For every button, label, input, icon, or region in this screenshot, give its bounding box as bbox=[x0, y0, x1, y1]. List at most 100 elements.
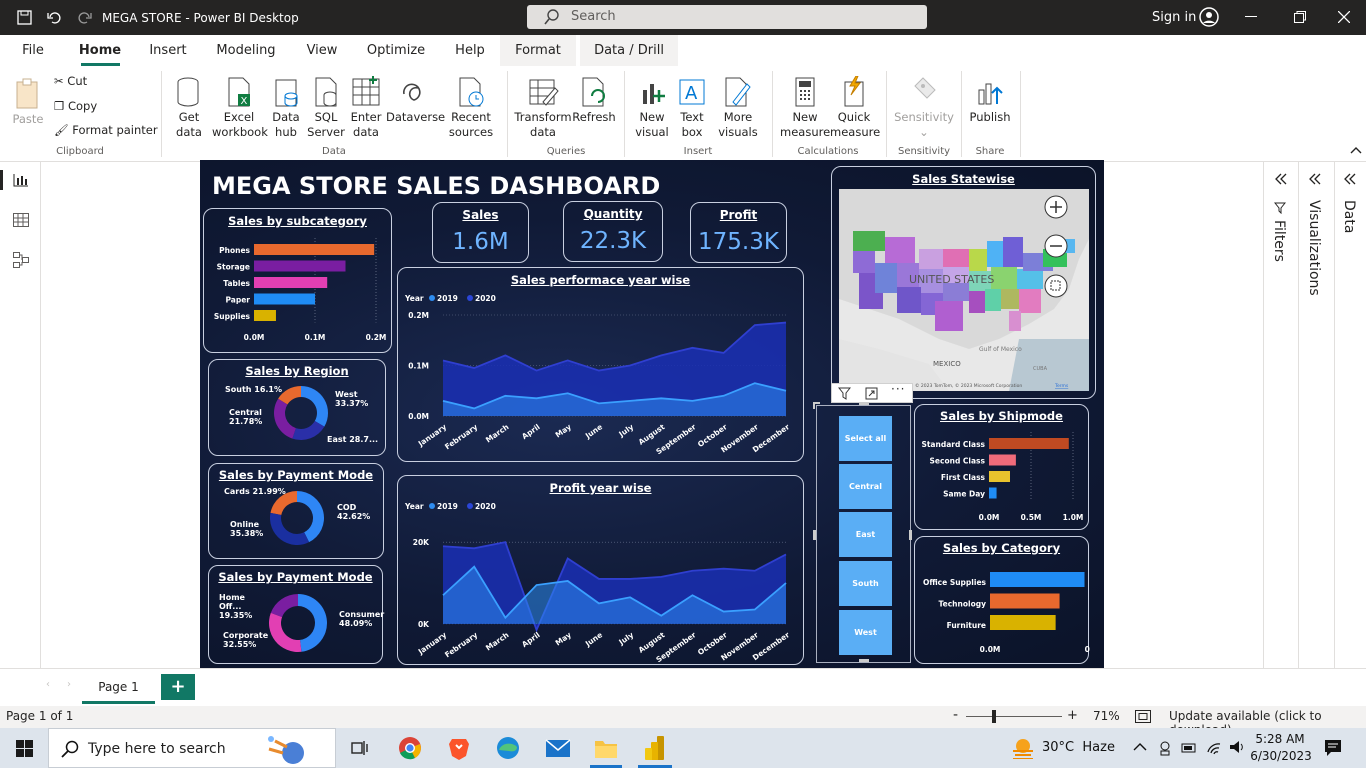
resize-handle[interactable] bbox=[909, 530, 912, 540]
prev-page-icon[interactable]: ‹ bbox=[46, 679, 50, 690]
segment-chart-card[interactable]: Sales by Payment Mode Home Off... 19.35%… bbox=[208, 565, 384, 664]
sql-server-button[interactable]: SQL Server bbox=[306, 76, 346, 140]
weather-text[interactable]: 30°C Haze bbox=[1042, 740, 1115, 755]
slicer-option-select-all[interactable]: Select all bbox=[839, 416, 892, 461]
get-data-button[interactable]: Get data bbox=[167, 76, 211, 140]
filter-icon[interactable] bbox=[838, 387, 851, 400]
excel-workbook-button[interactable]: X Excel workbook bbox=[212, 76, 268, 140]
visualizations-pane-label[interactable]: Visualizations bbox=[1306, 200, 1322, 296]
search-box[interactable]: Search bbox=[527, 5, 927, 29]
menu-home[interactable]: Home bbox=[72, 35, 128, 66]
save-icon[interactable] bbox=[17, 10, 32, 25]
menu-data-drill[interactable]: Data / Drill bbox=[580, 35, 678, 66]
taskbar-search[interactable]: Type here to search bbox=[48, 728, 336, 768]
region-chart-card[interactable]: Sales by Region South 16.1% West 33.37% … bbox=[208, 359, 386, 456]
recent-sources-button[interactable]: Recent sources bbox=[446, 76, 496, 140]
signin-link[interactable]: Sign in bbox=[1152, 10, 1196, 25]
new-visual-button[interactable]: New visual bbox=[632, 76, 672, 140]
power-bi-icon[interactable] bbox=[645, 736, 665, 760]
resize-handle[interactable] bbox=[859, 659, 869, 662]
category-chart-card[interactable]: Sales by Category 0.0M0.5MOffice Supplie… bbox=[914, 536, 1090, 664]
kpi-profit-card[interactable]: Profit 175.3K bbox=[690, 202, 787, 263]
menu-insert[interactable]: Insert bbox=[140, 35, 196, 66]
report-view-icon[interactable] bbox=[13, 173, 29, 187]
edge-icon[interactable] bbox=[496, 736, 520, 760]
zoom-slider[interactable] bbox=[966, 716, 1062, 717]
menu-file[interactable]: File bbox=[12, 35, 54, 66]
account-icon[interactable] bbox=[1199, 7, 1219, 27]
map-terms-link[interactable]: Terms bbox=[1054, 383, 1069, 389]
wifi-icon[interactable] bbox=[1206, 739, 1222, 755]
more-options-icon[interactable]: ··· bbox=[891, 382, 905, 396]
redo-icon[interactable] bbox=[77, 10, 92, 25]
notifications-icon[interactable] bbox=[1324, 739, 1342, 757]
payment-mode-chart-card[interactable]: Sales by Payment Mode Cards 21.99% COD 4… bbox=[208, 463, 384, 559]
add-page-button[interactable]: + bbox=[161, 674, 195, 700]
subcategory-chart-card[interactable]: Sales by subcategory 0.0M 0.1M 0.2M Phones S… bbox=[203, 208, 392, 353]
kpi-quantity-card[interactable]: Quantity 22.3K bbox=[563, 201, 663, 262]
clock-date[interactable]: 6/30/2023 bbox=[1250, 749, 1312, 763]
cut-button[interactable]: ✂ Cut bbox=[54, 74, 87, 89]
focus-mode-icon[interactable] bbox=[865, 387, 878, 400]
brave-icon[interactable] bbox=[448, 736, 470, 760]
fit-to-page-icon[interactable] bbox=[1135, 710, 1151, 723]
volume-icon[interactable] bbox=[1229, 739, 1245, 755]
table-view-icon[interactable] bbox=[13, 213, 29, 227]
slicer-option-west[interactable]: West bbox=[839, 610, 892, 655]
show-hidden-icons-icon[interactable] bbox=[1133, 742, 1147, 752]
zoom-out-button[interactable]: - bbox=[953, 707, 958, 723]
slicer-option-central[interactable]: Central bbox=[839, 464, 892, 509]
refresh-button[interactable]: Refresh bbox=[572, 76, 616, 125]
zoom-in-icon[interactable] bbox=[1044, 195, 1068, 219]
filters-pane-label[interactable]: Filters bbox=[1271, 220, 1287, 262]
resize-handle[interactable] bbox=[859, 402, 869, 405]
dataverse-button[interactable]: Dataverse bbox=[386, 76, 445, 125]
expand-visualizations-icon[interactable] bbox=[1308, 173, 1322, 185]
region-slicer[interactable]: Select all Central East South West bbox=[813, 402, 912, 663]
data-pane-label[interactable]: Data bbox=[1341, 200, 1357, 233]
sensitivity-button[interactable]: Sensitivity ⌄ bbox=[892, 76, 956, 140]
mail-icon[interactable] bbox=[545, 738, 571, 758]
kpi-sales-card[interactable]: Sales 1.6M bbox=[432, 202, 529, 263]
menu-view[interactable]: View bbox=[298, 35, 346, 66]
minimize-icon[interactable] bbox=[1245, 16, 1257, 17]
undo-icon[interactable] bbox=[47, 10, 62, 25]
model-view-icon[interactable] bbox=[13, 252, 29, 268]
sales-performance-chart-card[interactable]: Sales performace year wise 0.2M 0.1M 0.0M Y… bbox=[397, 267, 804, 462]
battery-icon[interactable] bbox=[1181, 740, 1197, 756]
menu-optimize[interactable]: Optimize bbox=[360, 35, 432, 66]
file-explorer-icon[interactable] bbox=[594, 737, 618, 759]
data-hub-button[interactable]: Data hub bbox=[266, 76, 306, 140]
profit-chart-card[interactable]: Profit year wise 20K 0K Year 2019 2020 Januar… bbox=[397, 475, 804, 665]
menu-help[interactable]: Help bbox=[448, 35, 492, 66]
tab-page-1[interactable]: Page 1 bbox=[82, 669, 155, 704]
resize-handle[interactable] bbox=[813, 402, 820, 409]
selection-tool-icon[interactable] bbox=[1044, 274, 1068, 298]
format-painter-button[interactable]: 🖌 Format painter bbox=[54, 123, 158, 138]
paste-button[interactable]: Paste bbox=[10, 76, 46, 127]
windows-start-icon[interactable] bbox=[16, 740, 33, 757]
text-box-button[interactable]: A Text box bbox=[672, 76, 712, 140]
slicer-option-south[interactable]: South bbox=[839, 561, 892, 606]
chrome-icon[interactable] bbox=[398, 736, 422, 760]
resize-handle[interactable] bbox=[813, 530, 816, 540]
zoom-in-button[interactable]: + bbox=[1067, 708, 1078, 723]
slicer-option-east[interactable]: East bbox=[839, 512, 892, 557]
collapse-ribbon-icon[interactable] bbox=[1350, 146, 1362, 154]
weather-haze-icon[interactable] bbox=[1011, 737, 1035, 759]
publish-button[interactable]: Publish bbox=[968, 76, 1012, 125]
shipmode-chart-card[interactable]: Sales by Shipmode 0.0M 0.5M 1.0M Standard C… bbox=[914, 404, 1089, 530]
new-measure-button[interactable]: New measure bbox=[780, 76, 830, 140]
expand-data-icon[interactable] bbox=[1343, 173, 1357, 185]
transform-data-button[interactable]: Transform data bbox=[514, 76, 572, 140]
expand-filters-icon[interactable] bbox=[1274, 173, 1288, 185]
menu-modeling[interactable]: Modeling bbox=[208, 35, 284, 66]
zoom-slider-thumb[interactable] bbox=[992, 710, 996, 723]
clock-time[interactable]: 5:28 AM bbox=[1255, 732, 1305, 746]
close-icon[interactable] bbox=[1338, 11, 1350, 23]
onedrive-meet-icon[interactable] bbox=[1158, 740, 1172, 756]
menu-format[interactable]: Format bbox=[500, 35, 576, 66]
map-card[interactable]: Sales Statewise UNITED STATES MEXICO Gul… bbox=[831, 166, 1096, 399]
copy-button[interactable]: ❐ Copy bbox=[54, 99, 97, 114]
restore-icon[interactable] bbox=[1294, 11, 1306, 23]
